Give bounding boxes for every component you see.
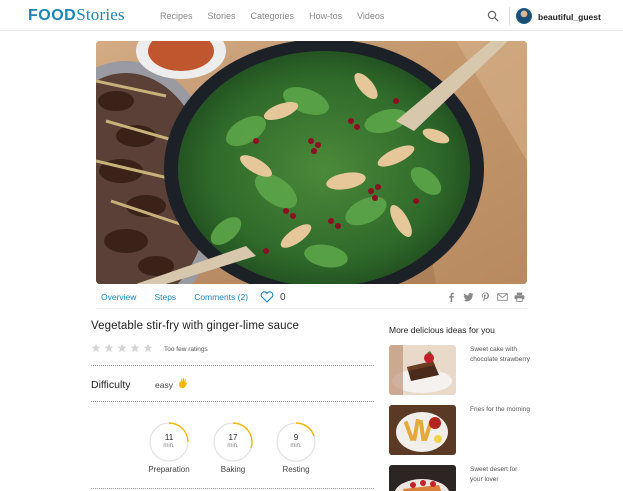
timer-unit: min. [227, 443, 239, 449]
difficulty-label: Difficulty [91, 379, 131, 391]
ratings-note: Too few ratings [164, 346, 208, 353]
heart-icon[interactable] [260, 291, 274, 303]
idea-thumbnail [389, 345, 456, 395]
tabs-divider [96, 308, 527, 309]
nav-how-tos[interactable]: How-tos [309, 11, 342, 21]
recipe-title: Vegetable stir-fry with ginger-lime sauc… [91, 320, 299, 332]
username[interactable]: beautiful_guest [538, 12, 601, 22]
ok-hand-icon [179, 377, 188, 389]
star-icon[interactable] [143, 343, 153, 353]
timer-ring [149, 422, 189, 462]
print-icon[interactable] [514, 292, 525, 302]
timer-label: Resting [282, 465, 310, 474]
facebook-icon[interactable] [446, 292, 457, 302]
timer-unit: min. [290, 443, 302, 449]
star-icon[interactable] [130, 343, 140, 353]
timer-resting: 9 min. Resting [275, 421, 317, 474]
idea-title: Sweet cake with chocolate strawberry [470, 346, 530, 363]
timer-preparation: 11 min. Preparation [148, 421, 190, 474]
hero-image [96, 41, 527, 284]
mail-icon[interactable] [497, 292, 508, 302]
recipe-tabs: Overview Steps Comments (2) 0 [101, 290, 286, 304]
timer-ring [213, 422, 253, 462]
twitter-icon[interactable] [463, 292, 474, 302]
rating-stars [91, 343, 153, 353]
tab-comments[interactable]: Comments (2) [194, 292, 248, 302]
top-header: FOODStories Recipes Stories Categories H… [0, 0, 623, 31]
dotted-divider [91, 365, 374, 366]
star-icon[interactable] [104, 343, 114, 353]
star-icon[interactable] [91, 343, 101, 353]
dotted-divider [91, 488, 374, 489]
timer-baking: 17 min. Baking [212, 421, 254, 474]
logo-food: FOOD [28, 7, 77, 24]
difficulty-value: easy [155, 380, 173, 390]
tab-steps[interactable]: Steps [154, 292, 176, 302]
dotted-divider [91, 401, 374, 402]
timer-value: 9 [293, 433, 299, 442]
logo-stories: Stories [76, 5, 125, 24]
pinterest-icon[interactable] [480, 292, 491, 302]
main-nav: Recipes Stories Categories How-tos Video… [160, 11, 399, 21]
timer-value: 17 [228, 433, 238, 442]
idea-thumbnail [389, 405, 456, 455]
like-count: 0 [280, 291, 286, 303]
salad-photo [96, 41, 527, 284]
timer-ring [276, 422, 316, 462]
share-bar [446, 292, 525, 302]
timer-unit: min. [163, 443, 175, 449]
timer-label: Baking [220, 465, 246, 474]
timer-value: 11 [164, 433, 174, 442]
nav-stories[interactable]: Stories [208, 11, 236, 21]
more-ideas-heading: More delicious ideas for you [389, 325, 495, 335]
nav-categories[interactable]: Categories [251, 11, 295, 21]
nav-videos[interactable]: Videos [357, 11, 384, 21]
site-logo[interactable]: FOODStories [28, 5, 125, 25]
timer-label: Preparation [148, 465, 190, 474]
idea-thumbnail [389, 465, 456, 491]
idea-title: Fries for the morning [470, 406, 530, 413]
search-icon[interactable] [487, 10, 499, 22]
header-divider [509, 7, 510, 25]
user-avatar[interactable] [516, 8, 532, 24]
tab-overview[interactable]: Overview [101, 292, 136, 302]
nav-recipes[interactable]: Recipes [160, 11, 193, 21]
star-icon[interactable] [117, 343, 127, 353]
idea-title: Sweet desert for your lover [470, 466, 518, 483]
